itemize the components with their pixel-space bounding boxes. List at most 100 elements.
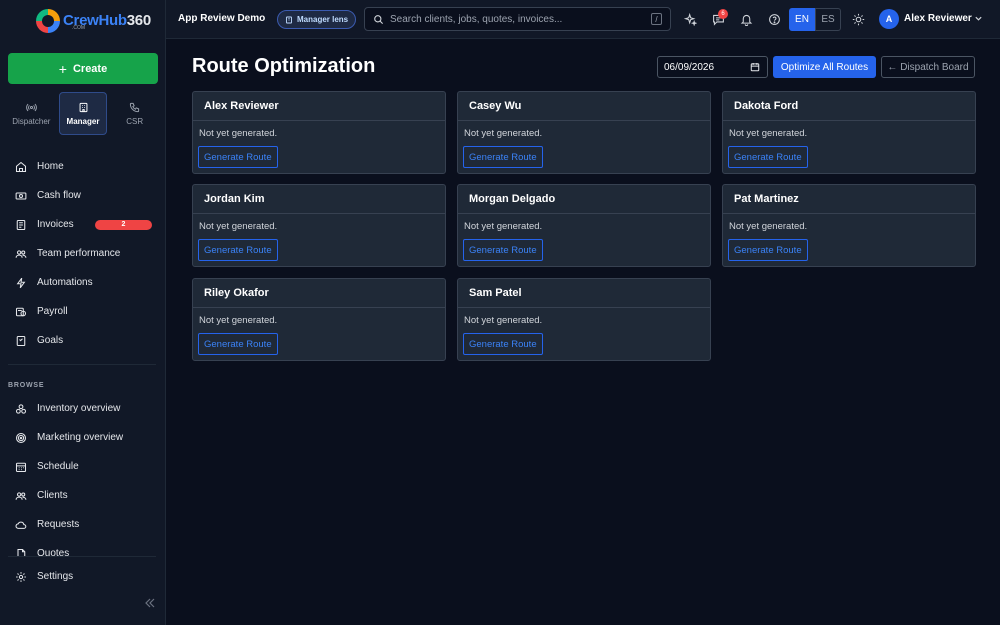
- route-card-name: Riley Okafor: [193, 279, 445, 308]
- brand-number: 360: [126, 12, 151, 29]
- date-picker[interactable]: 06/09/2026: [657, 56, 768, 78]
- sidebar-item-clients[interactable]: Clients: [0, 481, 166, 510]
- primary-nav: Home Cash flow Invoices 2 Team performan…: [0, 152, 166, 355]
- lang-es-button[interactable]: ES: [815, 8, 841, 31]
- route-card-name: Morgan Delgado: [458, 185, 710, 214]
- generate-route-button[interactable]: Generate Route: [198, 333, 278, 355]
- building-icon: [286, 16, 292, 23]
- team-icon: [15, 249, 27, 258]
- sidebar-item-schedule[interactable]: Schedule: [0, 452, 166, 481]
- route-card: Jordan Kim Not yet generated. Generate R…: [192, 184, 446, 267]
- route-card: Morgan Delgado Not yet generated. Genera…: [457, 184, 711, 267]
- route-card: Casey Wu Not yet generated. Generate Rou…: [457, 91, 711, 174]
- sidebar-item-team-performance[interactable]: Team performance: [0, 239, 166, 268]
- dispatch-board-button[interactable]: ← Dispatch Board: [881, 56, 975, 78]
- sidebar-divider: [8, 556, 156, 557]
- clients-icon: [15, 491, 27, 500]
- sidebar-item-label: Goals: [37, 335, 64, 346]
- chevron-down-icon[interactable]: [974, 14, 983, 23]
- calendar-icon[interactable]: [750, 62, 760, 72]
- building-icon: [79, 102, 87, 112]
- lens-csr-label: CSR: [126, 116, 144, 126]
- sidebar-item-label: Inventory overview: [37, 403, 121, 414]
- lens-dispatcher[interactable]: Dispatcher: [8, 92, 55, 135]
- route-card-status: Not yet generated.: [729, 128, 808, 139]
- sidebar-item-label: Marketing overview: [37, 432, 124, 443]
- generate-route-button[interactable]: Generate Route: [463, 333, 543, 355]
- sidebar-item-label: Schedule: [37, 461, 79, 472]
- generate-route-button[interactable]: Generate Route: [198, 239, 278, 261]
- broadcast-icon: [26, 103, 37, 111]
- sidebar-item-label: Cash flow: [37, 190, 81, 201]
- route-card-status: Not yet generated.: [464, 221, 543, 232]
- route-card-status: Not yet generated.: [199, 221, 278, 232]
- bell-icon[interactable]: [740, 13, 753, 26]
- sidebar-item-home[interactable]: Home: [0, 152, 166, 181]
- target-icon: [15, 432, 27, 443]
- inventory-icon: [15, 403, 27, 414]
- search-input[interactable]: [390, 13, 640, 25]
- sidebar-item-label: Settings: [37, 571, 74, 582]
- user-name[interactable]: Alex Reviewer: [904, 13, 972, 24]
- brand-logo[interactable]: CrewHub360: [36, 9, 151, 33]
- sidebar-item-label: Quotes: [37, 548, 70, 556]
- brand-sub: .COM: [72, 25, 86, 31]
- generate-route-button[interactable]: Generate Route: [728, 146, 808, 168]
- create-label: Create: [72, 62, 108, 75]
- sun-icon[interactable]: [852, 13, 865, 26]
- lens-pill-label: Manager lens: [297, 15, 349, 24]
- route-card-status: Not yet generated.: [199, 315, 278, 326]
- generate-route-button[interactable]: Generate Route: [463, 239, 543, 261]
- route-card: Sam Patel Not yet generated. Generate Ro…: [457, 278, 711, 361]
- sidebar-item-inventory-overview[interactable]: Inventory overview: [0, 394, 166, 423]
- plus-icon: +: [58, 60, 67, 77]
- lens-manager[interactable]: Manager: [58, 92, 108, 135]
- gear-icon: [16, 571, 26, 582]
- generate-route-button[interactable]: Generate Route: [728, 239, 808, 261]
- manager-lens-pill[interactable]: Manager lens: [277, 10, 357, 29]
- route-card-status: Not yet generated.: [199, 128, 278, 139]
- lang-en-button[interactable]: EN: [789, 8, 815, 31]
- generate-route-button[interactable]: Generate Route: [463, 146, 543, 168]
- sidebar-item-settings[interactable]: Settings: [0, 562, 166, 591]
- user-avatar[interactable]: A: [879, 9, 899, 29]
- create-button[interactable]: + Create: [8, 53, 158, 84]
- top-bar: App Review Demo Manager lens / 6 EN ES A…: [166, 0, 1000, 39]
- optimize-all-routes-button[interactable]: Optimize All Routes: [773, 56, 876, 78]
- route-card: Dakota Ford Not yet generated. Generate …: [722, 91, 976, 174]
- quote-icon: [17, 548, 26, 556]
- sidebar-item-invoices[interactable]: Invoices 2: [0, 210, 166, 239]
- route-card-name: Dakota Ford: [723, 92, 975, 121]
- invoices-count-badge: 2: [95, 219, 152, 230]
- sidebar-item-cash-flow[interactable]: Cash flow: [0, 181, 166, 210]
- cloud-icon: [15, 521, 27, 529]
- route-card: Pat Martinez Not yet generated. Generate…: [722, 184, 976, 267]
- sidebar-item-quotes[interactable]: Quotes: [0, 539, 166, 556]
- sidebar-item-label: Team performance: [37, 248, 121, 259]
- help-icon[interactable]: [768, 13, 781, 26]
- browse-nav: Inventory overview Marketing overview Sc…: [0, 394, 166, 556]
- global-search: /: [364, 7, 671, 31]
- goal-icon: [16, 335, 26, 346]
- sidebar: CrewHub360 .COM + Create Dispatcher Mana…: [0, 0, 166, 625]
- sidebar-item-requests[interactable]: Requests: [0, 510, 166, 539]
- sidebar-item-label: Invoices: [37, 219, 74, 230]
- sidebar-item-label: Automations: [37, 277, 93, 288]
- route-card-status: Not yet generated.: [464, 315, 543, 326]
- sidebar-item-label: Clients: [37, 490, 68, 501]
- sparkle-icon[interactable]: [684, 13, 697, 26]
- logo-mark-icon: [36, 9, 60, 33]
- route-card: Riley Okafor Not yet generated. Generate…: [192, 278, 446, 361]
- home-icon: [15, 161, 27, 172]
- sidebar-item-payroll[interactable]: Payroll: [0, 297, 166, 326]
- sidebar-item-marketing-overview[interactable]: Marketing overview: [0, 423, 166, 452]
- generate-route-button[interactable]: Generate Route: [198, 146, 278, 168]
- sidebar-item-automations[interactable]: Automations: [0, 268, 166, 297]
- settings-nav: Settings: [0, 562, 166, 591]
- lens-csr[interactable]: CSR: [111, 92, 158, 135]
- payroll-icon: [15, 307, 27, 316]
- browse-section-label: BROWSE: [8, 382, 45, 389]
- collapse-sidebar-icon[interactable]: [144, 597, 156, 609]
- sidebar-item-goals[interactable]: Goals: [0, 326, 166, 355]
- app-title: App Review Demo: [178, 13, 266, 24]
